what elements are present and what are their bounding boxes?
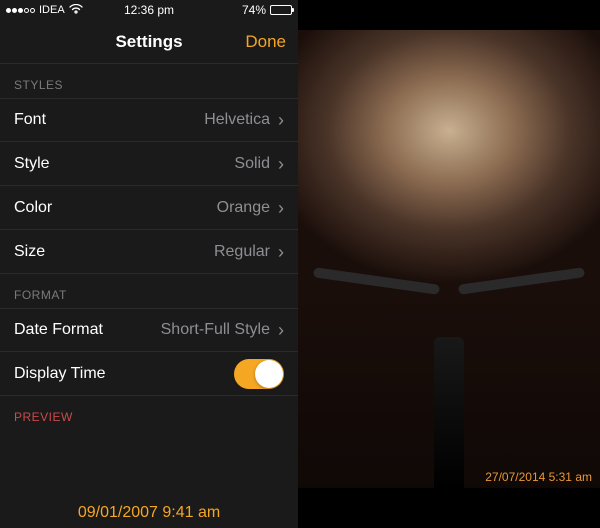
row-value: Short-Full Style (161, 321, 270, 339)
row-label: Style (14, 155, 50, 173)
battery-pct: 74% (242, 3, 266, 17)
status-bar: IDEA 12:36 pm 74% (0, 0, 298, 20)
row-style[interactable]: Style Solid › (0, 142, 298, 186)
bicycle-silhouette (298, 236, 600, 488)
page-title: Settings (115, 32, 182, 52)
chevron-right-icon: › (278, 111, 284, 129)
row-value: Solid (234, 155, 270, 173)
row-font[interactable]: Font Helvetica › (0, 98, 298, 142)
battery-icon (270, 5, 292, 15)
section-header-styles: STYLES (0, 64, 298, 98)
row-label: Date Format (14, 321, 103, 339)
row-label: Display Time (14, 365, 106, 383)
row-value: Helvetica (204, 111, 270, 129)
preview-area: 09/01/2007 9:41 am (0, 430, 298, 528)
row-label: Font (14, 111, 46, 129)
row-size[interactable]: Size Regular › (0, 230, 298, 274)
chevron-right-icon: › (278, 199, 284, 217)
row-value: Orange (217, 199, 270, 217)
wifi-icon (69, 3, 83, 17)
chevron-right-icon: › (278, 243, 284, 261)
row-color[interactable]: Color Orange › (0, 186, 298, 230)
chevron-right-icon: › (278, 155, 284, 173)
signal-icon (6, 8, 35, 13)
done-button[interactable]: Done (245, 32, 286, 52)
preview-timestamp: 09/01/2007 9:41 am (78, 504, 220, 522)
carrier-label: IDEA (39, 4, 65, 16)
section-header-format: FORMAT (0, 274, 298, 308)
row-value: Regular (214, 243, 270, 261)
photo-timestamp: 27/07/2014 5:31 am (485, 470, 592, 484)
chevron-right-icon: › (278, 321, 284, 339)
settings-pane: IDEA 12:36 pm 74% Settings Done STYLES F… (0, 0, 298, 528)
section-header-preview: PREVIEW (0, 396, 298, 430)
display-time-toggle[interactable] (234, 359, 284, 389)
row-display-time: Display Time (0, 352, 298, 396)
row-label: Color (14, 199, 52, 217)
photo-pane: 27/07/2014 5:31 am (298, 0, 600, 528)
photo (298, 30, 600, 488)
row-label: Size (14, 243, 45, 261)
nav-bar: Settings Done (0, 20, 298, 64)
clock: 12:36 pm (124, 3, 174, 17)
row-date-format[interactable]: Date Format Short-Full Style › (0, 308, 298, 352)
